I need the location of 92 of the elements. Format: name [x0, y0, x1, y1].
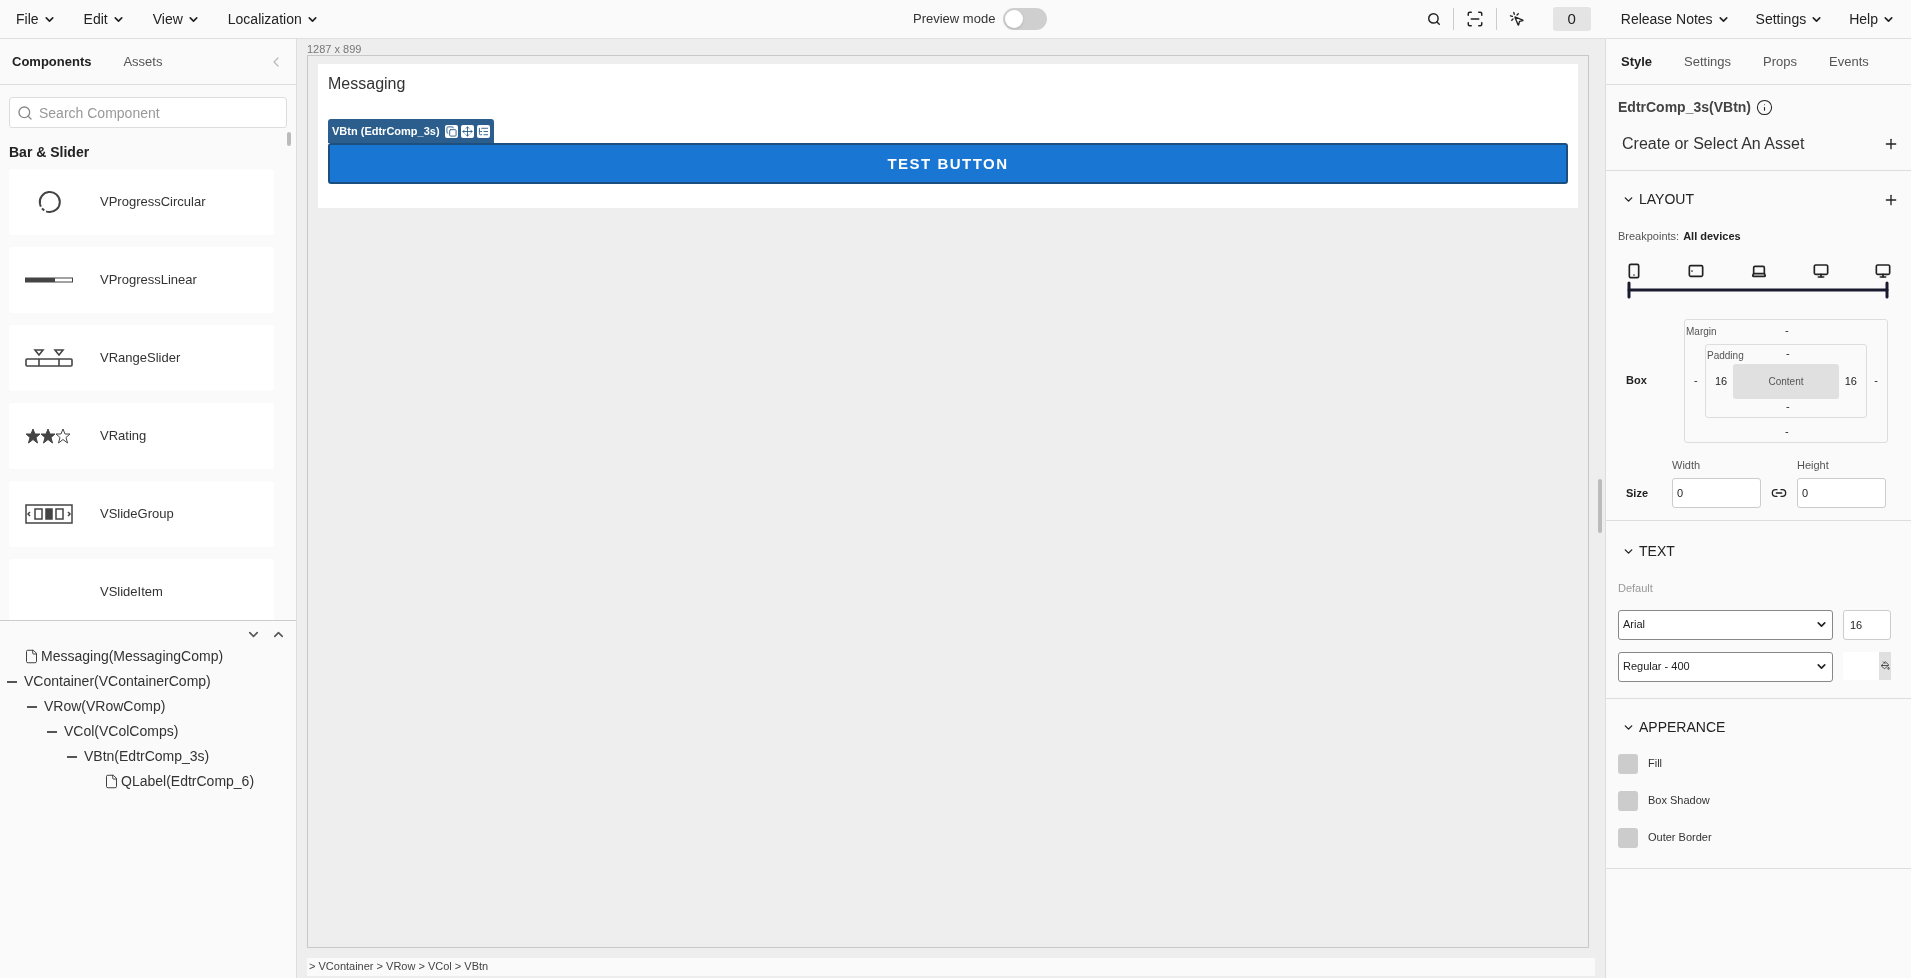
component-title: EdtrComp_3s(VBtn) [1618, 98, 1751, 117]
monitor-icon[interactable] [1812, 262, 1829, 279]
padding-right-value[interactable]: 16 [1844, 372, 1857, 389]
padding-top-value[interactable]: - [1786, 344, 1790, 361]
monitor-icon[interactable] [1875, 262, 1891, 279]
section-title: LAYOUT [1639, 190, 1694, 209]
range-slider-icon [25, 348, 73, 368]
resize-handle[interactable] [1598, 479, 1602, 533]
menu-button[interactable]: File [8, 8, 64, 30]
counter-badge: 0 [1552, 7, 1591, 31]
height-field[interactable]: 0 [1797, 478, 1886, 508]
breakpoints-value: All devices [1683, 230, 1741, 242]
tree-item[interactable]: QLabel(EdtrComp_6) [121, 771, 255, 792]
tablet-icon[interactable] [1688, 262, 1705, 279]
section-title: APPERANCE [1639, 717, 1726, 737]
tree-item[interactable]: VContainer(VContainerComp) [24, 671, 211, 692]
breakpoint-range-slider[interactable] [1627, 281, 1889, 298]
info-icon[interactable] [1756, 99, 1773, 116]
panel-tab[interactable]: Settings [1684, 51, 1732, 72]
menu-button[interactable]: Help [1841, 8, 1903, 30]
tree-item[interactable]: Messaging(MessagingComp) [41, 646, 224, 667]
checkbox-label: Box Shadow [1648, 793, 1710, 809]
panel-tab[interactable]: Style [1621, 51, 1653, 72]
search-icon[interactable] [1426, 12, 1441, 26]
component-card[interactable]: VProgressCircular [9, 169, 274, 235]
progress-bar-icon [25, 277, 73, 283]
asset-label: Create or Select An Asset [1622, 134, 1805, 154]
padding-left-value[interactable]: 16 [1715, 372, 1728, 389]
menu-button[interactable]: Release Notes [1612, 8, 1738, 30]
preview-toggle[interactable] [1003, 8, 1048, 30]
file-icon [24, 649, 39, 664]
width-label: Width [1672, 457, 1702, 473]
tree-item[interactable]: VRow(VRowComp) [44, 696, 166, 717]
width-field[interactable]: 0 [1672, 478, 1761, 508]
component-card[interactable]: VRangeSlider [9, 325, 274, 391]
slide-group-icon [25, 504, 73, 524]
scan-icon[interactable] [1465, 10, 1484, 28]
component-card[interactable]: VRating [9, 403, 274, 469]
panel-tab[interactable]: Assets [123, 51, 163, 72]
file-icon [104, 774, 119, 789]
test-button[interactable]: TEST BUTTON [328, 143, 1568, 185]
pointer-click-icon[interactable] [1508, 11, 1525, 27]
height-label: Height [1797, 457, 1830, 473]
canvas-size: 1287 x 899 [307, 43, 363, 55]
margin-bottom-value[interactable]: - [1785, 423, 1789, 440]
copy-icon[interactable] [444, 124, 458, 138]
size-label: Size [1625, 485, 1649, 501]
page-title: Messaging [328, 74, 407, 94]
stars-icon [25, 428, 73, 444]
breakpoints-label: Breakpoints: [1618, 230, 1680, 242]
menu-button[interactable]: Edit [75, 8, 133, 30]
tree-icon[interactable] [476, 124, 490, 138]
scrollbar[interactable] [287, 132, 291, 146]
checkbox[interactable] [1618, 753, 1638, 774]
breadcrumb: > VContainer > VRow > VCol > VBtn [307, 958, 1595, 976]
content-box: Content [1733, 363, 1839, 399]
component-card[interactable]: VProgressLinear [9, 247, 274, 313]
phone-icon[interactable] [1626, 262, 1642, 279]
default-label: Default [1618, 581, 1654, 596]
margin-label: Margin [1686, 324, 1717, 339]
tag-label: VBtn (EdtrComp_3s) [332, 124, 440, 139]
checkbox[interactable] [1618, 827, 1638, 848]
font-select[interactable]: Arial [1618, 609, 1833, 640]
menu-button[interactable]: View [144, 8, 208, 30]
tree-item[interactable]: VCol(VColComps) [64, 721, 179, 742]
group-heading: Bar & Slider [9, 143, 91, 162]
preview-label: Preview mode [913, 10, 996, 29]
component-card[interactable]: VSlideItem [9, 559, 274, 620]
add-icon[interactable] [1883, 136, 1899, 152]
section-title: TEXT [1639, 542, 1675, 561]
move-icon[interactable] [460, 124, 474, 138]
margin-top-value[interactable]: - [1785, 321, 1789, 338]
checkbox-label: Outer Border [1648, 830, 1712, 846]
component-card[interactable]: VSlideGroup [9, 481, 274, 547]
checkbox[interactable] [1618, 790, 1638, 811]
checkbox-label: Fill [1648, 756, 1663, 772]
panel-tab[interactable]: Components [12, 51, 92, 72]
font-size-field[interactable]: 16 [1843, 609, 1891, 640]
menu-button[interactable]: Localization [219, 8, 327, 30]
panel-tab[interactable]: Props [1763, 51, 1798, 72]
menu-button[interactable]: Settings [1747, 8, 1832, 30]
search-field[interactable]: Search Component [9, 97, 287, 128]
margin-right-value[interactable]: - [1874, 371, 1878, 388]
paint-bucket-icon [1880, 661, 1890, 670]
panel-tab[interactable]: Events [1829, 51, 1869, 72]
tree-item[interactable]: VBtn(EdtrComp_3s) [84, 746, 210, 767]
padding-label: Padding [1707, 348, 1744, 363]
margin-left-value[interactable]: - [1694, 371, 1698, 388]
box-label: Box [1625, 373, 1648, 389]
search-icon [17, 105, 33, 121]
color-picker[interactable] [1843, 651, 1891, 680]
weight-select[interactable]: Regular - 400 [1618, 651, 1833, 682]
